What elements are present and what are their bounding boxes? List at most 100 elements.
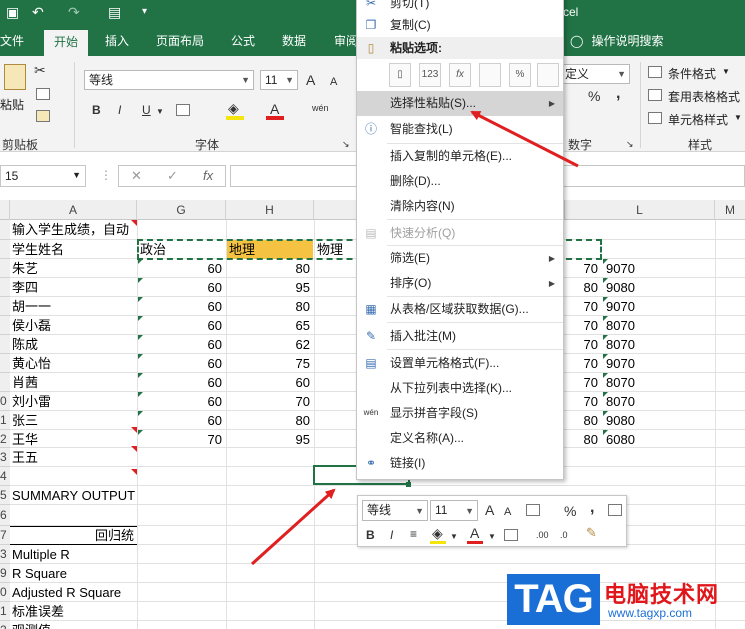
paste-button-label[interactable]: 粘贴 [0, 96, 24, 113]
increase-decimal-icon[interactable]: .00 [536, 527, 549, 543]
borders-icon[interactable] [504, 529, 518, 541]
paste-icon[interactable] [4, 64, 26, 90]
row-header[interactable]: 9 [0, 564, 10, 583]
table-cell[interactable]: 8070 [604, 373, 714, 392]
percent-style-button[interactable]: % [588, 88, 600, 104]
tab-review[interactable]: 审阅 [334, 32, 358, 50]
table-cell[interactable] [138, 583, 225, 602]
row-header[interactable] [0, 220, 10, 240]
table-cell[interactable]: 王五 [12, 448, 136, 467]
table-cell[interactable] [227, 220, 313, 239]
table-cell[interactable]: 学生姓名 [12, 240, 136, 259]
select-all-corner[interactable] [0, 200, 10, 220]
table-cell[interactable] [138, 545, 225, 564]
table-cell[interactable] [227, 526, 313, 545]
conditional-format-icon[interactable] [648, 66, 662, 78]
font-size-combo[interactable]: 11 ▼ [260, 70, 298, 90]
column-header-h[interactable]: H [226, 200, 314, 220]
table-cell[interactable] [227, 602, 313, 621]
table-cell[interactable] [138, 621, 225, 629]
table-cell[interactable]: 80 [227, 259, 313, 278]
table-cell[interactable]: 95 [227, 430, 313, 449]
row-header[interactable]: 1 [0, 602, 10, 621]
table-cell[interactable]: 60 [138, 278, 225, 297]
name-box[interactable]: 15 ▼ [0, 165, 86, 187]
font-dialog-launcher-icon[interactable]: ↘ [342, 136, 350, 152]
table-cell[interactable]: 60 [138, 316, 225, 335]
tab-formulas[interactable]: 公式 [231, 32, 255, 50]
phonetic-guide-icon[interactable]: wén [312, 100, 329, 116]
row-header[interactable]: 5 [0, 486, 10, 505]
table-cell[interactable]: 8070 [604, 392, 714, 411]
column-header-l[interactable]: L [565, 200, 715, 220]
table-cell[interactable]: 60 [138, 259, 225, 278]
print-preview-icon[interactable]: ▤ [108, 3, 121, 21]
align-center-icon[interactable]: ≡ [410, 526, 417, 542]
insert-function-button[interactable]: fx [203, 168, 213, 183]
table-cell[interactable] [138, 505, 225, 524]
format-painter-icon[interactable]: ✎ [586, 525, 597, 541]
tab-data[interactable]: 数据 [282, 32, 306, 50]
table-cell[interactable]: 95 [227, 278, 313, 297]
mini-font-size-combo[interactable]: 11 ▼ [430, 500, 478, 521]
mini-italic-button[interactable]: I [390, 527, 393, 543]
menu-item-pick-from-list[interactable]: 从下拉列表中选择(K)... [357, 376, 563, 401]
chevron-down-icon[interactable]: ▼ [450, 529, 458, 545]
table-cell[interactable]: 70 [565, 259, 601, 278]
save-icon[interactable]: ▣ [6, 3, 19, 21]
table-cell[interactable]: SUMMARY OUTPUT [12, 486, 136, 505]
table-cell[interactable]: 8070 [604, 335, 714, 354]
table-cell[interactable]: 60 [138, 392, 225, 411]
menu-item-paste-special[interactable]: 选择性粘贴(S)... ▶ [357, 91, 563, 116]
table-cell[interactable]: 黄心怡 [12, 354, 136, 373]
menu-item-filter[interactable]: 筛选(E) ▶ [357, 246, 563, 271]
conditional-format-button[interactable]: 条件格式 [668, 65, 716, 82]
number-format-icon[interactable] [526, 504, 540, 516]
table-cell[interactable] [138, 448, 225, 467]
table-cell[interactable]: 李四 [12, 278, 136, 297]
tell-me-search[interactable]: ◯ 操作说明搜索 [570, 32, 663, 49]
table-cell[interactable]: 70 [565, 354, 601, 373]
copy-icon[interactable] [36, 88, 50, 100]
fill-color-icon[interactable]: ◈ [228, 100, 239, 116]
table-cell[interactable]: 胡一一 [12, 297, 136, 316]
table-cell[interactable]: 70 [565, 392, 601, 411]
paste-link-icon[interactable] [537, 63, 559, 87]
table-cell[interactable]: 输入学生成绩，自动 [12, 220, 136, 239]
fill-handle[interactable] [406, 482, 411, 487]
table-cell[interactable] [138, 602, 225, 621]
table-cell[interactable]: 80 [227, 297, 313, 316]
table-cell[interactable]: 朱艺 [12, 259, 136, 278]
table-cell[interactable]: 60 [138, 335, 225, 354]
chevron-down-icon[interactable]: ▼ [488, 529, 496, 545]
row-header[interactable]: 2 [0, 430, 10, 448]
table-cell[interactable] [604, 448, 714, 467]
redo-icon[interactable]: ↷ [68, 3, 80, 21]
italic-button[interactable]: I [118, 102, 121, 118]
table-cell[interactable]: 肖茜 [12, 373, 136, 392]
tab-file[interactable]: 文件 [0, 32, 24, 50]
table-cell[interactable] [604, 220, 714, 239]
table-cell[interactable]: 80 [227, 411, 313, 430]
grow-font-icon[interactable]: A [485, 502, 494, 518]
table-cell[interactable]: 60 [138, 411, 225, 430]
menu-item-define-name[interactable]: 定义名称(A)... [357, 426, 563, 451]
paste-icon[interactable]: ▯ [389, 63, 411, 87]
table-cell[interactable] [604, 545, 714, 564]
table-cell[interactable]: 观测值 [12, 621, 136, 629]
table-cell[interactable] [138, 526, 225, 545]
table-cell[interactable] [227, 583, 313, 602]
table-cell[interactable]: 刘小雷 [12, 392, 136, 411]
number-format-combo[interactable]: 定义 ▼ [560, 64, 630, 84]
paste-formulas-icon[interactable]: fx [449, 63, 471, 87]
menu-item-clear-contents[interactable]: 清除内容(N) [357, 194, 563, 219]
table-cell[interactable] [227, 621, 313, 629]
table-cell[interactable]: 70 [227, 392, 313, 411]
table-cell[interactable] [227, 486, 313, 505]
table-cell[interactable] [227, 505, 313, 524]
table-cell[interactable]: 80 [565, 430, 601, 449]
format-painter-icon[interactable] [36, 110, 50, 122]
table-cell[interactable] [227, 545, 313, 564]
row-header[interactable]: 2 [0, 621, 10, 629]
mini-comma-button[interactable]: , [590, 500, 594, 516]
